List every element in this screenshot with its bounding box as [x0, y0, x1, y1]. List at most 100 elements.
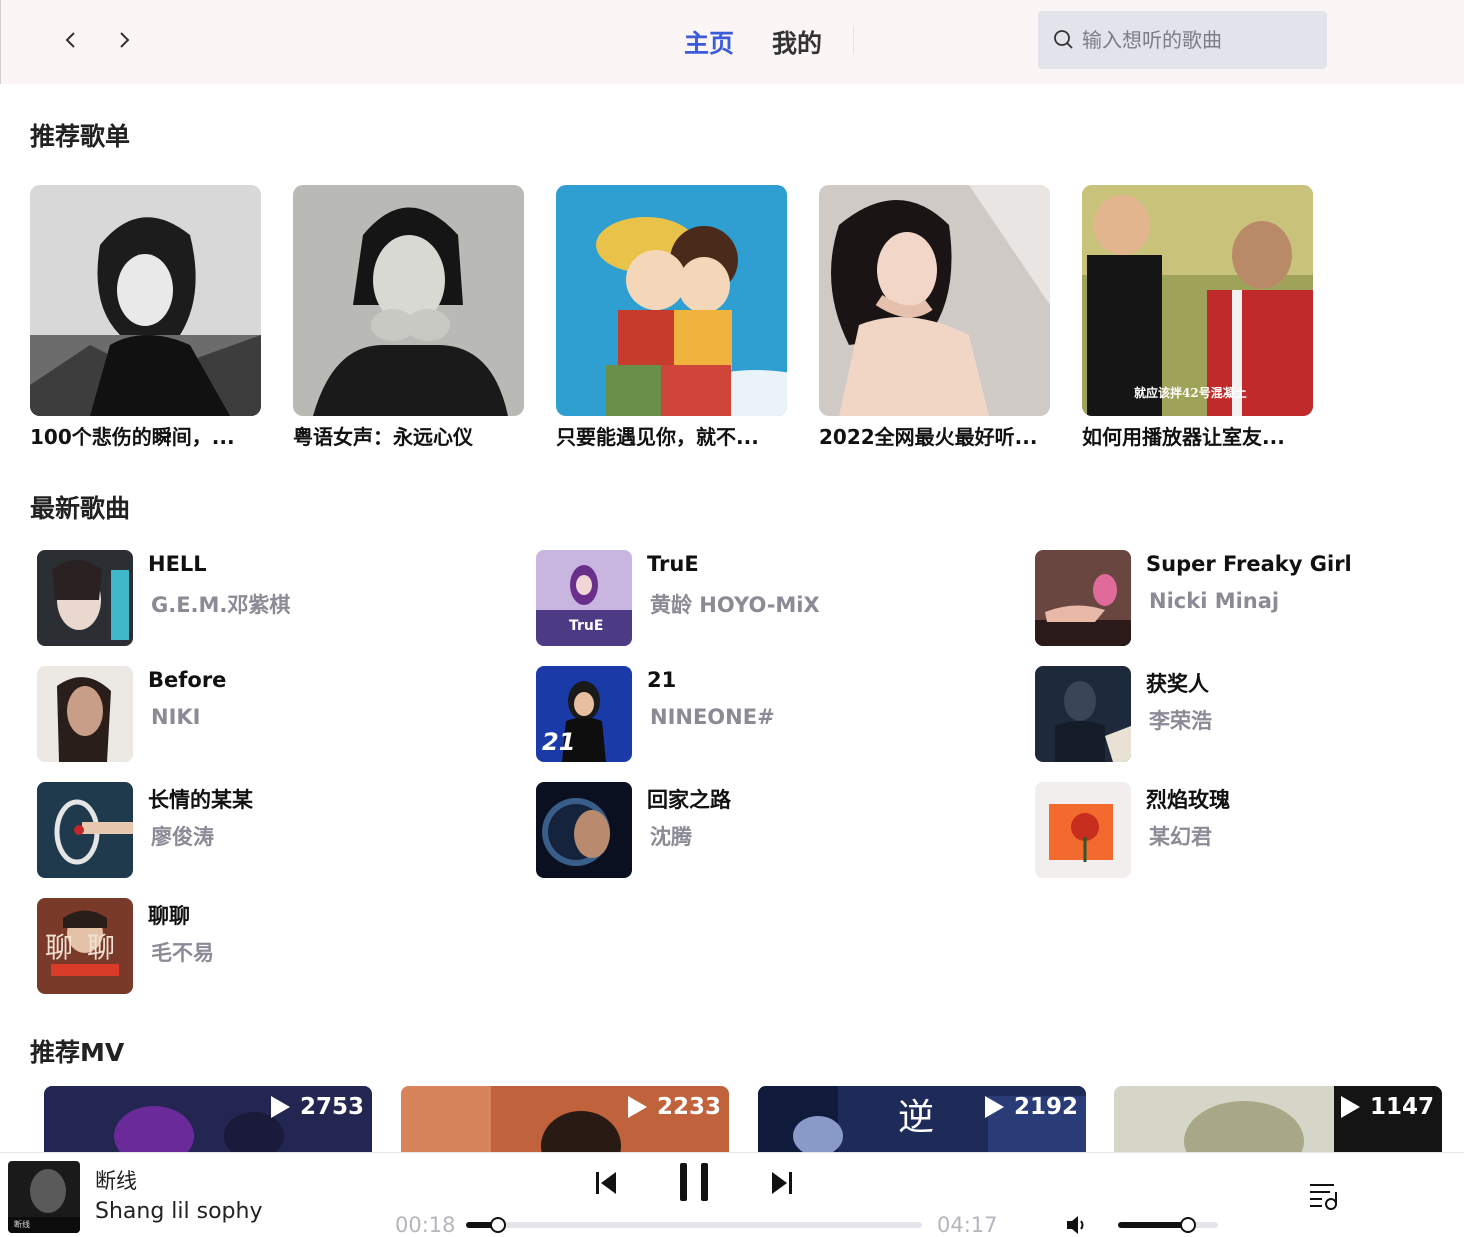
song-cover[interactable]: [37, 782, 133, 878]
player-bar: 断线 断线 Shang lil sophy 00:18 04:17: [0, 1152, 1464, 1237]
volume-fill: [1118, 1222, 1188, 1228]
song-item[interactable]: HELL G.E.M.邓紫棋: [37, 550, 497, 646]
mv-play-count: 2192: [984, 1094, 1078, 1120]
mv-play-count: 2233: [627, 1094, 721, 1120]
section-title-songs: 最新歌曲: [30, 494, 131, 523]
song-title: 获奖人: [1146, 672, 1209, 696]
song-artist[interactable]: G.E.M.邓紫棋: [151, 589, 290, 619]
play-icon: [270, 1096, 290, 1118]
mv-count-value: 2192: [1013, 1094, 1078, 1120]
song-cover[interactable]: TruE: [536, 550, 632, 646]
play-icon: [984, 1096, 1004, 1118]
tab-home[interactable]: 主页: [684, 24, 734, 60]
chevron-left-icon: [65, 32, 75, 48]
skip-previous-icon: [596, 1172, 616, 1194]
mv-play-count: 1147: [1340, 1094, 1434, 1120]
mv-card[interactable]: 2753: [44, 1086, 372, 1152]
now-playing-cover[interactable]: 断线: [8, 1161, 80, 1233]
playlist-card[interactable]: 100个悲伤的瞬间，...: [30, 185, 261, 450]
playlist-name[interactable]: 2022全网最火最好听...: [819, 421, 1050, 450]
mv-card[interactable]: 2233: [401, 1086, 729, 1152]
playlist-cover[interactable]: [293, 185, 524, 416]
song-cover[interactable]: 21: [536, 666, 632, 762]
volume-button[interactable]: [1064, 1213, 1090, 1237]
mv-card[interactable]: 1147: [1114, 1086, 1442, 1152]
mv-card[interactable]: 逆 2192: [758, 1086, 1086, 1152]
song-title: Super Freaky Girl: [1146, 552, 1352, 576]
volume-icon: [1067, 1216, 1084, 1234]
song-title: 烈焰玫瑰: [1146, 788, 1230, 812]
song-item[interactable]: TruE TruE 黄龄 HOYO-MiX: [536, 550, 996, 646]
song-item[interactable]: Super Freaky Girl Nicki Minaj: [1035, 550, 1464, 646]
song-artist[interactable]: NIKI: [151, 705, 200, 729]
song-artist[interactable]: 李荣浩: [1149, 705, 1212, 735]
cover-text: 断线: [14, 1220, 30, 1229]
back-button[interactable]: [57, 26, 85, 54]
playlist-cover[interactable]: [819, 185, 1050, 416]
song-cover[interactable]: [1035, 782, 1131, 878]
song-cover[interactable]: [37, 666, 133, 762]
playlist-name[interactable]: 如何用播放器让室友...: [1082, 421, 1313, 450]
pause-icon: [680, 1163, 708, 1201]
search-input[interactable]: [1082, 23, 1312, 57]
now-playing-artist[interactable]: Shang lil sophy: [95, 1199, 262, 1224]
song-item[interactable]: 获奖人 李荣浩: [1035, 666, 1464, 762]
song-item[interactable]: 21 21 NINEONE#: [536, 666, 996, 762]
song-cover[interactable]: [536, 782, 632, 878]
forward-button[interactable]: [110, 26, 138, 54]
skip-next-icon: [772, 1172, 792, 1194]
song-cover[interactable]: [1035, 666, 1131, 762]
play-icon: [1340, 1096, 1360, 1118]
song-title: Before: [148, 668, 227, 692]
song-artist[interactable]: Nicki Minaj: [1149, 589, 1279, 613]
section-title-playlists: 推荐歌单: [30, 122, 131, 151]
song-item[interactable]: 回家之路 沈腾: [536, 782, 996, 878]
playlist-queue-icon: [1310, 1184, 1337, 1210]
divider: [853, 26, 854, 54]
mv-cover-text: 逆: [898, 1097, 935, 1138]
playlist-queue-button[interactable]: [1308, 1181, 1340, 1215]
playlist-card[interactable]: 只要能遇见你，就不...: [556, 185, 787, 450]
song-item[interactable]: 聊聊 聊聊 毛不易: [37, 898, 497, 994]
cover-text: 21: [542, 728, 576, 756]
playlist-name[interactable]: 100个悲伤的瞬间，...: [30, 421, 261, 450]
playlist-card[interactable]: 就应该拌42号混凝土 如何用播放器让室友...: [1082, 185, 1313, 450]
mv-count-value: 2233: [656, 1094, 721, 1120]
play-icon: [627, 1096, 647, 1118]
playlist-cover[interactable]: [30, 185, 261, 416]
playlist-name[interactable]: 只要能遇见你，就不...: [556, 421, 787, 450]
song-artist[interactable]: 黄龄 HOYO-MiX: [650, 589, 820, 619]
cover-text: TruE: [569, 618, 604, 634]
song-artist[interactable]: 沈腾: [650, 821, 692, 851]
playlist-name[interactable]: 粤语女声：永远心仪: [293, 421, 524, 450]
now-playing-title[interactable]: 断线: [95, 1165, 137, 1195]
progress-handle[interactable]: [489, 1217, 506, 1233]
playlist-cover[interactable]: 就应该拌42号混凝土: [1082, 185, 1313, 416]
song-item[interactable]: 长情的某某 廖俊涛: [37, 782, 497, 878]
search-box[interactable]: [1038, 11, 1327, 69]
volume-handle[interactable]: [1180, 1217, 1196, 1233]
song-artist[interactable]: 毛不易: [151, 937, 214, 967]
playlist-card[interactable]: 粤语女声：永远心仪: [293, 185, 524, 450]
tab-mine[interactable]: 我的: [772, 24, 822, 60]
playlist-card[interactable]: 2022全网最火最好听...: [819, 185, 1050, 450]
chevron-right-icon: [120, 32, 130, 48]
next-button[interactable]: [770, 1170, 794, 1200]
total-time: 04:17: [937, 1213, 998, 1237]
song-artist[interactable]: 某幻君: [1149, 821, 1212, 851]
song-artist[interactable]: NINEONE#: [650, 705, 775, 729]
song-artist[interactable]: 廖俊涛: [151, 821, 214, 851]
song-cover[interactable]: [37, 550, 133, 646]
pause-button[interactable]: [679, 1162, 709, 1206]
song-title: HELL: [148, 552, 207, 576]
song-cover[interactable]: [1035, 550, 1131, 646]
song-cover[interactable]: 聊聊: [37, 898, 133, 994]
song-item[interactable]: 烈焰玫瑰 某幻君: [1035, 782, 1464, 878]
previous-button[interactable]: [594, 1170, 618, 1200]
search-icon: [1054, 30, 1073, 49]
section-title-mv: 推荐MV: [30, 1038, 125, 1067]
playlist-cover[interactable]: [556, 185, 787, 416]
volume-slider[interactable]: [1118, 1217, 1218, 1233]
song-item[interactable]: Before NIKI: [37, 666, 497, 762]
progress-bar[interactable]: [466, 1217, 922, 1233]
